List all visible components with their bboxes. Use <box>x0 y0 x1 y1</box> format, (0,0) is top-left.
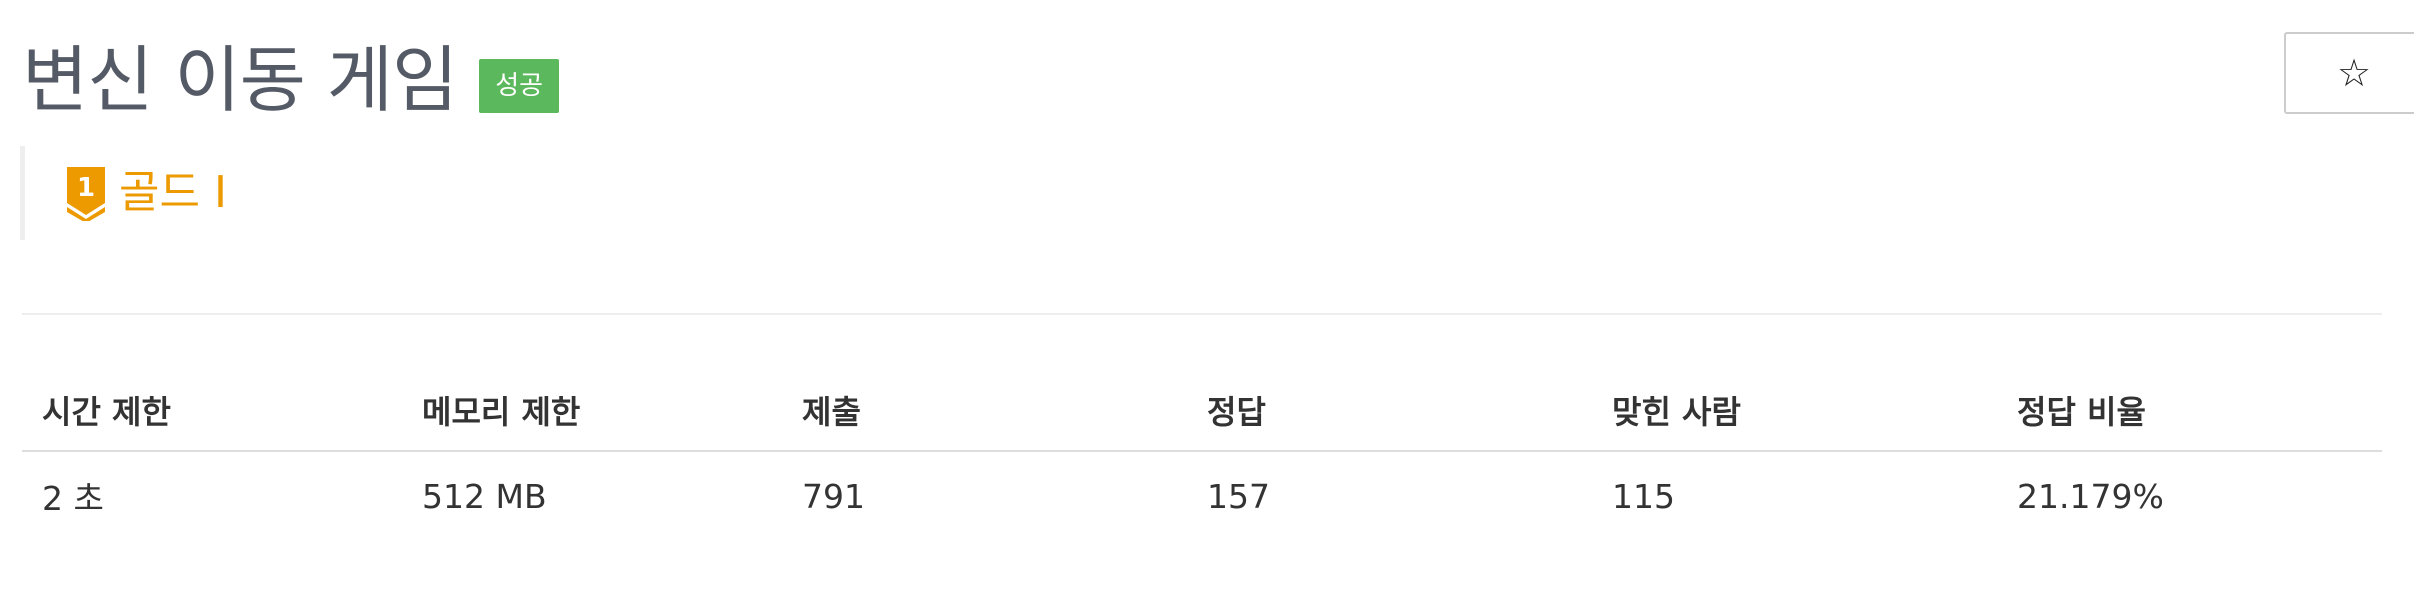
cell-submissions: 791 <box>802 476 865 516</box>
problem-header: 변신 이동 게임 성공 <box>22 30 560 130</box>
problem-info-table: 시간 제한 메모리 제한 제출 정답 맞힌 사람 정답 비율 2 초 512 M… <box>22 370 2382 540</box>
cell-time-limit: 2 초 <box>42 479 104 518</box>
tier-block: 1 골드 I <box>20 146 227 240</box>
section-divider <box>22 313 2382 315</box>
cell-solvers: 115 <box>1612 476 1675 516</box>
header-solvers: 맞힌 사람 <box>1592 370 1997 452</box>
tier-label: 골드 I <box>119 167 227 218</box>
status-badge: 성공 <box>479 59 560 113</box>
cell-accepted: 157 <box>1207 476 1270 516</box>
header-time-limit: 시간 제한 <box>22 370 402 452</box>
favorite-star-button[interactable]: ☆ <box>2284 32 2414 114</box>
gold-tier-icon: 1 <box>67 167 105 221</box>
problem-page: 변신 이동 게임 성공 ☆ 1 골드 I 시간 제한 메모리 제한 제출 정답 … <box>0 0 2414 594</box>
header-submissions: 제출 <box>782 370 1187 452</box>
header-accept-ratio: 정답 비율 <box>1997 370 2382 452</box>
problem-title: 변신 이동 게임 <box>22 38 458 122</box>
cell-accept-ratio: 21.179% <box>2017 476 2164 516</box>
header-accepted: 정답 <box>1187 370 1592 452</box>
table-row: 2 초 512 MB 791 157 115 21.179% <box>22 451 2382 540</box>
table-header-row: 시간 제한 메모리 제한 제출 정답 맞힌 사람 정답 비율 <box>22 370 2382 452</box>
star-icon: ☆ <box>2336 51 2372 95</box>
tier-badge-number: 1 <box>77 173 95 203</box>
header-memory-limit: 메모리 제한 <box>402 370 782 452</box>
cell-memory-limit: 512 MB <box>422 476 547 516</box>
